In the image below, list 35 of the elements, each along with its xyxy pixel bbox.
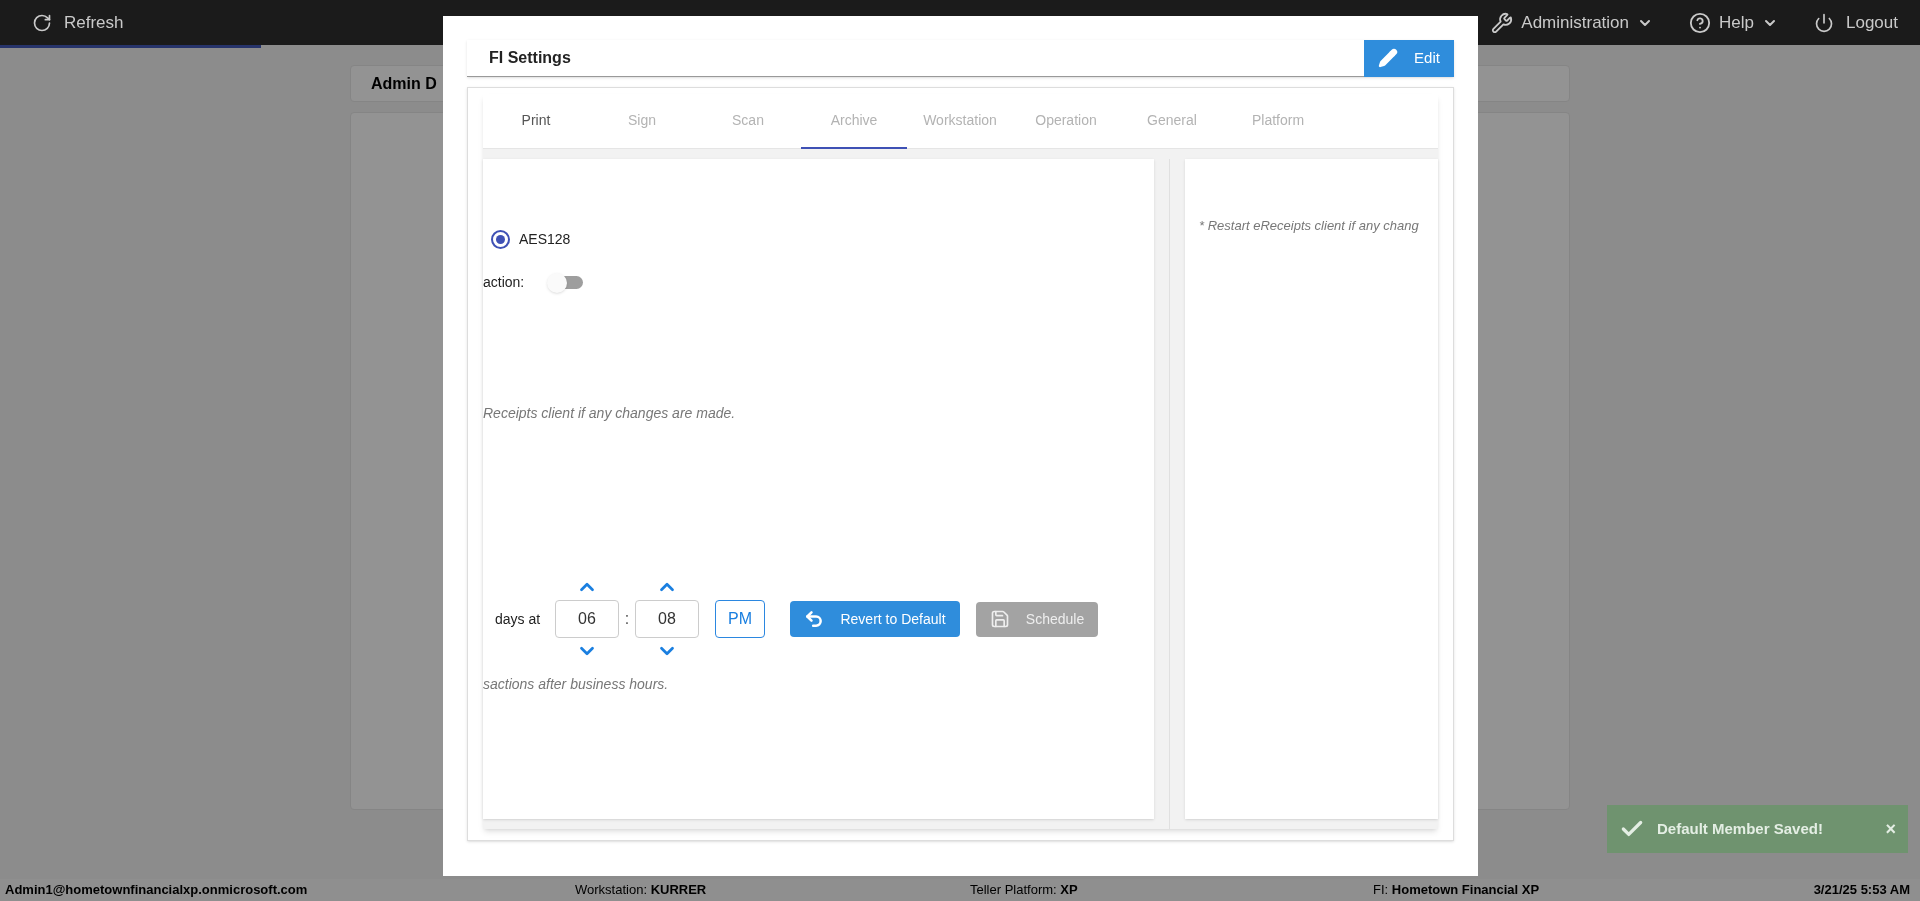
meridiem-button[interactable]: PM xyxy=(715,600,765,638)
menu-button[interactable]: Help xyxy=(1689,9,1778,36)
save-icon xyxy=(989,609,1010,629)
note-text: Receipts client if any changes are made. xyxy=(483,404,737,423)
refresh-button[interactable]: Refresh xyxy=(32,9,124,36)
hour-field[interactable]: 06 xyxy=(555,600,619,638)
panel-title: Admin D xyxy=(371,73,437,94)
power-icon xyxy=(1814,12,1834,33)
tab[interactable]: Print xyxy=(483,94,589,149)
close-button[interactable]: × xyxy=(1885,815,1896,843)
revert-button[interactable]: Revert to Default xyxy=(790,601,960,637)
status-field: Workstation: KURRER xyxy=(575,880,970,900)
edit-button[interactable]: Edit xyxy=(1364,39,1454,77)
schedule-label: days at xyxy=(495,609,542,629)
note-text: sactions after business hours. xyxy=(483,675,670,694)
status-datetime: 3/21/25 5:53 AM xyxy=(1813,881,1911,900)
status-field: Teller Platform: XP xyxy=(970,880,1373,900)
refresh-icon xyxy=(32,12,52,33)
toggle-label: action: xyxy=(483,273,526,292)
modal-title: FI Settings xyxy=(488,48,571,68)
toast-message: Default Member Saved! xyxy=(1657,818,1823,839)
time-separator: : xyxy=(623,609,631,629)
pencil-icon xyxy=(1378,48,1399,68)
help-icon xyxy=(1689,11,1712,34)
note-text: * Restart eReceipts client if any chang xyxy=(1199,217,1420,235)
logout-button[interactable]: Logout xyxy=(1814,9,1898,36)
minute-field[interactable]: 08 xyxy=(635,600,699,638)
toggle-switch[interactable] xyxy=(547,272,583,293)
wrench-icon xyxy=(1491,11,1514,34)
status-field: FI: Hometown Financial XP xyxy=(1373,880,1814,900)
radio-button[interactable] xyxy=(491,230,510,249)
radio-label: AES128 xyxy=(519,230,571,249)
undo-icon xyxy=(804,609,825,629)
menu-button[interactable]: Administration xyxy=(1491,9,1654,36)
user-email: Admin1@hometownfinancialxp.onmicrosoft.com xyxy=(4,881,309,900)
